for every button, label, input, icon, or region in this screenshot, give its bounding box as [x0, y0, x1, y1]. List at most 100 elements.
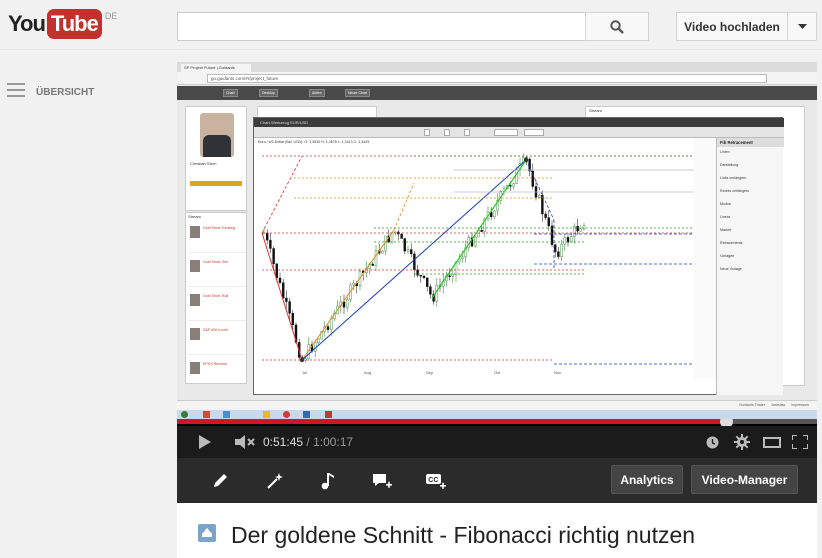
- candle-body: [326, 326, 330, 330]
- progress-bar[interactable]: [177, 415, 817, 428]
- fib-panel-label: Links verlängern: [720, 176, 747, 180]
- candle-body: [275, 263, 278, 279]
- candle-body: [448, 275, 451, 277]
- fib-extension: [393, 182, 415, 231]
- x-tick-label: Nov: [554, 370, 561, 375]
- chart-window: Chart-Werkzeug EUR/USD Euro / US-Dollar …: [253, 117, 784, 395]
- time-display: 0:51:45 / 1:00:17: [263, 435, 354, 449]
- profile-name: Christian Stern: [190, 161, 217, 166]
- candle-body: [317, 338, 320, 343]
- fullscreen-button[interactable]: [789, 426, 811, 458]
- search-button[interactable]: [585, 12, 649, 41]
- browser-tab: SP Project Future | Guidants: [181, 64, 251, 72]
- upload-status-icon: [198, 524, 216, 542]
- footer-link: Jaroslaw: [771, 403, 786, 407]
- fib-panel-label: Darstellung: [720, 163, 739, 167]
- candlestick-chart: Jul Aug Sep Okt Nov: [261, 138, 716, 378]
- edit-button[interactable]: [205, 466, 235, 496]
- audio-button[interactable]: [312, 466, 342, 496]
- music-note-icon: [321, 473, 334, 490]
- youtube-page: You Tube DE Video hochladen ÜBERSICHT SP…: [0, 0, 822, 558]
- risk-bar: [190, 181, 242, 186]
- x-tick-label: Okt: [494, 370, 501, 375]
- candle-body: [345, 299, 349, 308]
- toolbar-chip: [444, 129, 450, 136]
- candle-body: [563, 237, 566, 245]
- toolbar-chip: [424, 129, 430, 136]
- candle-body: [582, 225, 586, 230]
- mute-button[interactable]: [233, 426, 259, 458]
- price-axis: [694, 138, 716, 378]
- candle-body: [288, 301, 291, 314]
- fib-panel-title: Fib Retracement: [717, 138, 784, 147]
- fib-panel-label: Linear: [720, 215, 730, 219]
- masthead: You Tube DE Video hochladen: [0, 0, 822, 50]
- guide-menu-icon[interactable]: [7, 83, 25, 99]
- upload-video-button[interactable]: Video hochladen: [676, 12, 788, 41]
- search-icon: [610, 19, 624, 34]
- total-time: 1:00:17: [313, 435, 354, 449]
- candle-body: [425, 277, 429, 287]
- annotations-button[interactable]: [367, 466, 397, 496]
- candle-body: [374, 250, 378, 266]
- candle-body: [416, 269, 419, 276]
- candle-body: [272, 248, 275, 265]
- toolbar-chip: [524, 129, 544, 136]
- candle-body: [371, 263, 375, 266]
- fib-panel-label: Marker: [720, 228, 732, 232]
- candle-body: [352, 282, 355, 286]
- stream-item: S&P 500 e-mini: [188, 325, 246, 355]
- candle-body: [538, 194, 541, 198]
- candle-body: [282, 282, 285, 299]
- profile-photo: [200, 113, 234, 157]
- youtube-logo[interactable]: You Tube DE: [8, 9, 117, 39]
- candle-body: [566, 237, 570, 243]
- anchor-point: [299, 357, 305, 363]
- guide-label[interactable]: ÜBERSICHT: [36, 87, 94, 98]
- settings-button[interactable]: [731, 426, 753, 458]
- browser-toolbar: go.guidants.com/#r/project_future: [177, 72, 817, 85]
- fib-panel-label: Rechts verlängern: [720, 189, 750, 193]
- candle-body: [400, 233, 403, 239]
- candle-body: [419, 275, 423, 277]
- enhance-button[interactable]: [259, 466, 289, 496]
- watch-later-button[interactable]: [701, 426, 723, 458]
- upload-dropdown-button[interactable]: [787, 12, 817, 41]
- search-input[interactable]: [177, 12, 585, 41]
- candle-body: [480, 230, 483, 232]
- candle-body: [409, 249, 413, 255]
- stream-item: Gold Short: Einstieg: [188, 223, 246, 253]
- browser-tabstrip: SP Project Future | Guidants: [177, 62, 817, 72]
- analytics-button[interactable]: Analytics: [611, 465, 683, 494]
- candle-body: [493, 210, 496, 217]
- magic-wand-icon: [267, 473, 283, 489]
- fib-settings-panel: Fib Retracement Linien Darstellung Links v…: [716, 138, 784, 395]
- candle-body: [547, 217, 550, 227]
- candle-body: [576, 226, 579, 232]
- svg-text:CC: CC: [428, 477, 438, 484]
- candle-body: [265, 232, 269, 241]
- candle-body: [435, 285, 439, 302]
- video-info: Der goldene Schnitt - Fibonacci richtig …: [177, 503, 817, 558]
- candle-body: [429, 286, 432, 295]
- stream-item-label: EPSX Reverse: [203, 362, 227, 366]
- nav-item: Neuer Chart: [345, 89, 371, 97]
- play-button[interactable]: [191, 426, 219, 458]
- clock-icon: [706, 436, 718, 448]
- candle-body: [291, 313, 294, 326]
- stream-item: Gold Short: Ziel: [188, 257, 246, 287]
- captions-button[interactable]: CC: [421, 466, 451, 496]
- video-manager-button[interactable]: Video-Manager: [691, 465, 798, 494]
- candle-body: [413, 253, 416, 271]
- theater-mode-button[interactable]: [761, 426, 783, 458]
- candle-body: [422, 275, 426, 279]
- stream-item-label: S&P 500 e-mini: [203, 328, 228, 332]
- footer-link: Impressum: [791, 403, 809, 407]
- candle-body: [512, 183, 515, 187]
- toolbar-chip: [464, 129, 470, 136]
- candle-body: [278, 277, 282, 283]
- trend-line: [261, 232, 303, 361]
- current-time: 0:51:45: [263, 435, 304, 449]
- x-tick-label: Aug: [364, 370, 371, 375]
- video-player[interactable]: SP Project Future | Guidants go.guidants…: [177, 62, 817, 458]
